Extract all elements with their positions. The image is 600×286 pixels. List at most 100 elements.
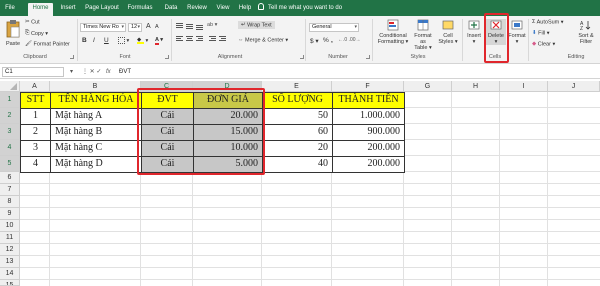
tab-file[interactable]: File — [3, 3, 17, 16]
header-cell-ten-hang-hoa[interactable]: TÊN HÀNG HÓA — [50, 92, 142, 109]
select-all-icon — [10, 83, 17, 90]
table-cell[interactable]: Mặt hàng C — [50, 140, 142, 157]
comma-button[interactable]: , — [331, 37, 333, 44]
table-cell[interactable]: 20 — [262, 140, 333, 157]
copy-button[interactable]: ⎘ Copy ▾ — [25, 30, 48, 37]
scissors-icon: ✂ — [25, 19, 30, 25]
select-all-corner[interactable] — [0, 81, 20, 92]
paste-button[interactable]: Paste — [2, 19, 24, 47]
table-cell[interactable]: 40 — [262, 156, 333, 173]
cell-styles-button[interactable]: Cell Styles ▾ — [438, 19, 458, 45]
bold-button[interactable]: B — [82, 37, 87, 44]
tell-me-search[interactable]: Tell me what you want to do — [258, 3, 342, 14]
currency-button[interactable]: $ ▾ — [310, 37, 319, 45]
table-cell[interactable]: Mặt hàng A — [50, 108, 142, 125]
table-cell[interactable]: 60 — [262, 124, 333, 141]
row-header[interactable]: 13 — [0, 256, 20, 268]
number-launcher-icon[interactable] — [366, 55, 370, 59]
header-cell-thanh-tien[interactable]: THÀNH TIỀN — [332, 92, 405, 109]
underline-button[interactable]: U — [104, 37, 109, 44]
grow-font-button[interactable]: A — [146, 23, 151, 30]
percent-button[interactable]: % — [323, 37, 329, 44]
column-header-g[interactable]: G — [404, 81, 452, 92]
namebox-dropdown-icon[interactable]: ▾ — [70, 67, 73, 77]
clear-button[interactable]: ◆ Clear ▾ — [532, 41, 555, 47]
column-header-a[interactable]: A — [20, 81, 50, 92]
orientation-button[interactable]: ab ▾ — [207, 22, 217, 28]
row-header[interactable]: 4 — [0, 140, 20, 156]
clipboard-launcher-icon[interactable] — [70, 55, 74, 59]
fx-icon[interactable]: fx — [106, 67, 111, 77]
empty-grid-right — [404, 92, 600, 172]
column-header-f[interactable]: F — [332, 81, 404, 92]
row-header[interactable]: 8 — [0, 196, 20, 208]
row-header[interactable]: 1 — [0, 92, 20, 108]
fill-button[interactable]: ⬇ Fill ▾ — [532, 30, 549, 36]
conditional-formatting-button[interactable]: Conditional Formatting ▾ — [376, 19, 410, 45]
font-name-combo[interactable]: Times New Ro ▾ — [80, 23, 126, 32]
row-header[interactable]: 15 — [0, 280, 20, 286]
format-painter-button[interactable]: 🖌 Format Painter — [25, 41, 70, 47]
column-header-h[interactable]: H — [452, 81, 500, 92]
wrap-text-button[interactable]: ↵ Wrap Text — [238, 21, 275, 30]
tab-insert[interactable]: Insert — [58, 3, 78, 16]
border-icon — [118, 37, 125, 44]
row-header[interactable]: 6 — [0, 172, 20, 184]
row-header[interactable]: 14 — [0, 268, 20, 280]
tab-formulas[interactable]: Formulas — [125, 3, 155, 16]
row-header[interactable]: 5 — [0, 156, 20, 172]
sort-filter-button[interactable]: AZ Sort & Filter — [574, 19, 598, 45]
format-as-table-button[interactable]: Format as Table ▾ — [411, 19, 435, 51]
table-cell[interactable]: 2 — [20, 124, 51, 141]
fill-color-button[interactable]: ◆ ▾ — [137, 37, 148, 44]
column-header-i[interactable]: I — [500, 81, 548, 92]
borders-button[interactable]: ▾ — [118, 37, 129, 44]
table-cell[interactable]: 50 — [262, 108, 333, 125]
format-cells-button[interactable]: Format ▾ — [507, 19, 527, 45]
tab-review[interactable]: Review — [185, 3, 209, 16]
table-cell[interactable]: Mặt hàng B — [50, 124, 142, 141]
table-cell[interactable]: 1.000.000 — [332, 108, 405, 125]
number-format-combo[interactable]: General ▾ — [309, 23, 359, 32]
decimal-buttons[interactable]: ←.0 .00→ — [338, 37, 361, 43]
table-cell[interactable]: Mặt hàng D — [50, 156, 142, 173]
tab-page-layout[interactable]: Page Layout — [84, 3, 120, 16]
row-header[interactable]: 12 — [0, 244, 20, 256]
column-header-e[interactable]: E — [262, 81, 332, 92]
font-color-button[interactable]: A ▾ — [155, 37, 163, 45]
insert-cells-button[interactable]: Insert ▾ — [464, 19, 484, 45]
shrink-font-button[interactable]: A — [155, 24, 159, 30]
italic-button[interactable]: I — [93, 37, 95, 44]
row-header[interactable]: 3 — [0, 124, 20, 140]
table-cell[interactable]: 900.000 — [332, 124, 405, 141]
group-divider — [462, 19, 463, 61]
row-header[interactable]: 11 — [0, 232, 20, 244]
header-cell-so-luong[interactable]: SỐ LƯỢNG — [262, 92, 333, 109]
tab-data[interactable]: Data — [162, 3, 180, 16]
column-header-j[interactable]: J — [548, 81, 600, 92]
table-cell[interactable]: 3 — [20, 140, 51, 157]
font-size-combo[interactable]: 12 ▾ — [128, 23, 142, 32]
merge-center-button[interactable]: ⇔ Merge & Center ▾ — [238, 37, 288, 43]
tab-view[interactable]: View — [214, 3, 232, 16]
formula-input[interactable]: ĐVT — [119, 67, 131, 77]
cell-styles-icon — [442, 20, 454, 30]
font-launcher-icon[interactable] — [165, 55, 169, 59]
name-box[interactable]: C1 — [2, 67, 64, 77]
autosum-button[interactable]: Σ AutoSum ▾ — [532, 19, 564, 25]
row-header[interactable]: 2 — [0, 108, 20, 124]
header-cell-stt[interactable]: STT — [20, 92, 51, 109]
cut-button[interactable]: ✂ Cut — [25, 19, 40, 25]
row-header[interactable]: 7 — [0, 184, 20, 196]
table-cell[interactable]: 1 — [20, 108, 51, 125]
tab-home[interactable]: Home — [28, 3, 53, 16]
table-cell[interactable]: 200.000 — [332, 140, 405, 157]
formula-bar: C1 ▾ ⋮ ✕ ✓ fx ĐVT — [0, 65, 600, 79]
row-header[interactable]: 10 — [0, 220, 20, 232]
alignment-launcher-icon[interactable] — [300, 55, 304, 59]
table-cell[interactable]: 200.000 — [332, 156, 405, 173]
row-header[interactable]: 9 — [0, 208, 20, 220]
tab-help[interactable]: Help — [236, 3, 254, 16]
table-cell[interactable]: 4 — [20, 156, 51, 173]
column-header-b[interactable]: B — [50, 81, 141, 92]
